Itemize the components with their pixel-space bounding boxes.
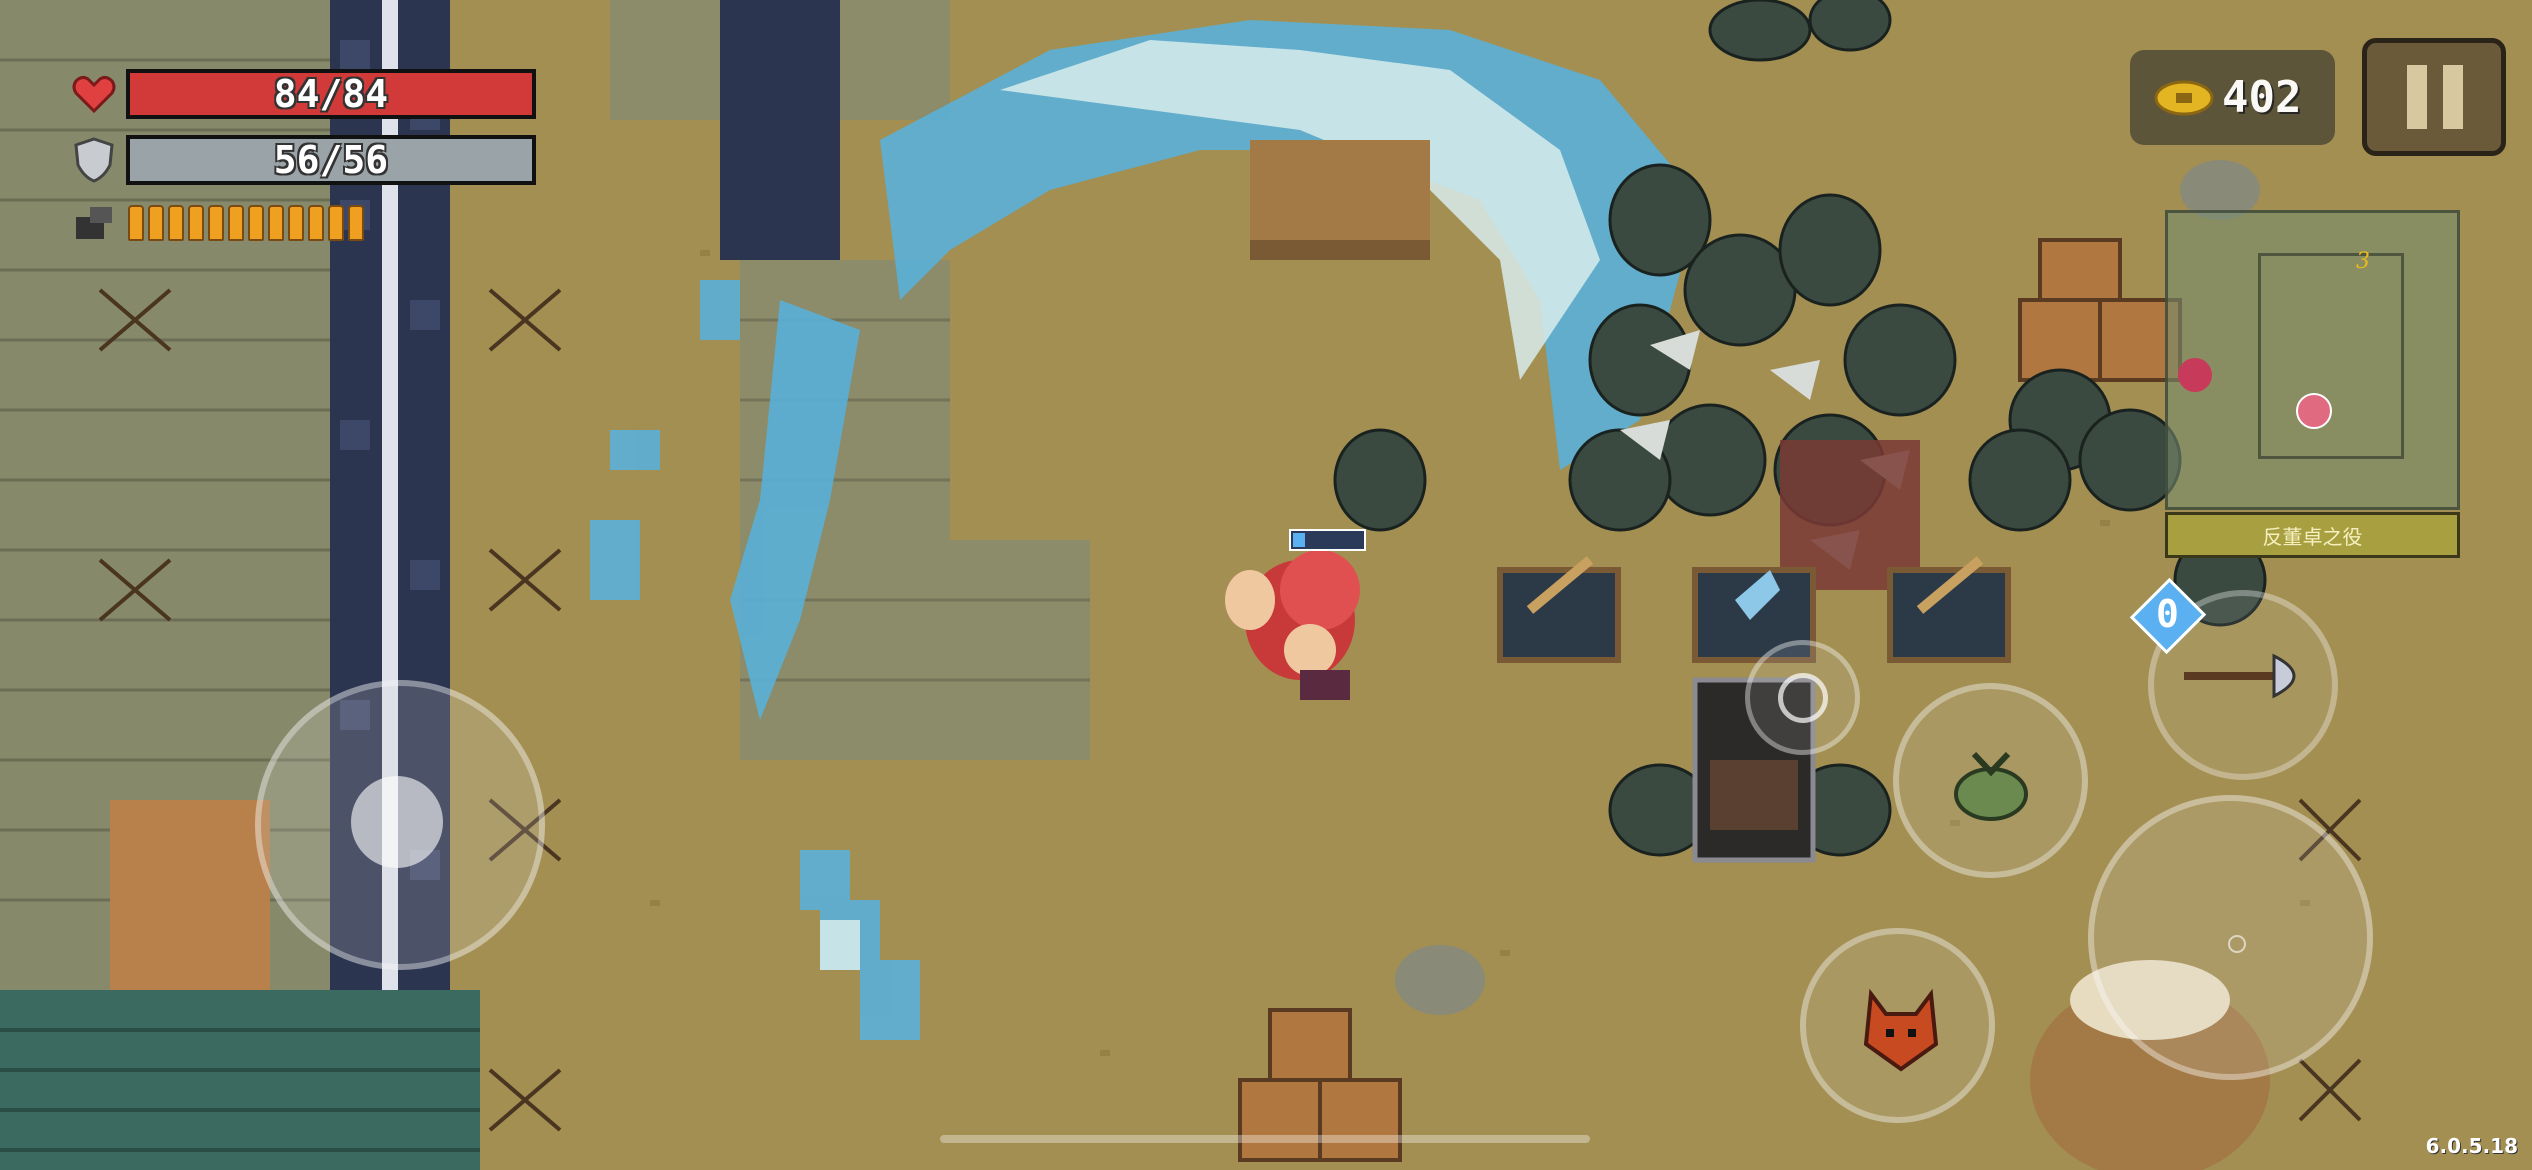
version-label: 6.0.5.18 — [2425, 1134, 2518, 1158]
pause-button[interactable] — [2362, 38, 2506, 156]
pause-icon — [2407, 65, 2467, 129]
energy-pip — [328, 205, 344, 241]
energy-bar — [128, 205, 364, 241]
red-fox-icon — [1863, 988, 1939, 1072]
energy-icon — [76, 207, 112, 239]
smile-face-icon — [1778, 673, 1828, 723]
health-text: 84/84 — [273, 72, 389, 116]
minimap[interactable]: 3 — [2165, 210, 2460, 510]
skill-button[interactable] — [1893, 683, 2088, 878]
gold-coin-icon — [2154, 80, 2214, 115]
energy-pip — [208, 205, 224, 241]
attack-button[interactable] — [2088, 795, 2373, 1080]
minimap-marker: 3 — [2356, 249, 2370, 274]
gold-amount: 402 — [2222, 72, 2302, 123]
energy-pip — [348, 205, 364, 241]
energy-pip — [128, 205, 144, 241]
health-bar: 84/84 — [126, 69, 536, 119]
gold-counter: 402 — [2130, 50, 2335, 145]
energy-pip — [228, 205, 244, 241]
energy-pip — [168, 205, 184, 241]
armor-text: 56/56 — [273, 138, 389, 182]
energy-pip — [188, 205, 204, 241]
energy-pip — [148, 205, 164, 241]
weapon-pedestals — [1497, 556, 2011, 663]
home-indicator[interactable] — [940, 1135, 1590, 1143]
energy-pip — [248, 205, 264, 241]
minimap-enemy-icon — [2178, 358, 2212, 392]
battle-axe-icon — [2184, 653, 2296, 699]
energy-pip — [288, 205, 304, 241]
pet-button[interactable] — [1800, 928, 1995, 1123]
green-pouch-icon — [1954, 751, 2028, 821]
weapon-swap-count: 0 — [2156, 592, 2179, 636]
armor-bar: 56/56 — [126, 135, 536, 185]
joystick-thumb[interactable] — [351, 776, 443, 868]
shield-icon — [74, 137, 114, 183]
emote-button[interactable] — [1745, 640, 1860, 755]
energy-pip — [268, 205, 284, 241]
tent-top — [1250, 140, 1430, 260]
heart-icon — [72, 75, 116, 113]
status-panel: 84/84 56/56 — [60, 55, 536, 255]
move-joystick[interactable] — [255, 680, 545, 970]
quest-label: 反董卓之役 — [2165, 512, 2460, 558]
energy-pip — [308, 205, 324, 241]
minimap-player-icon — [2296, 393, 2332, 429]
